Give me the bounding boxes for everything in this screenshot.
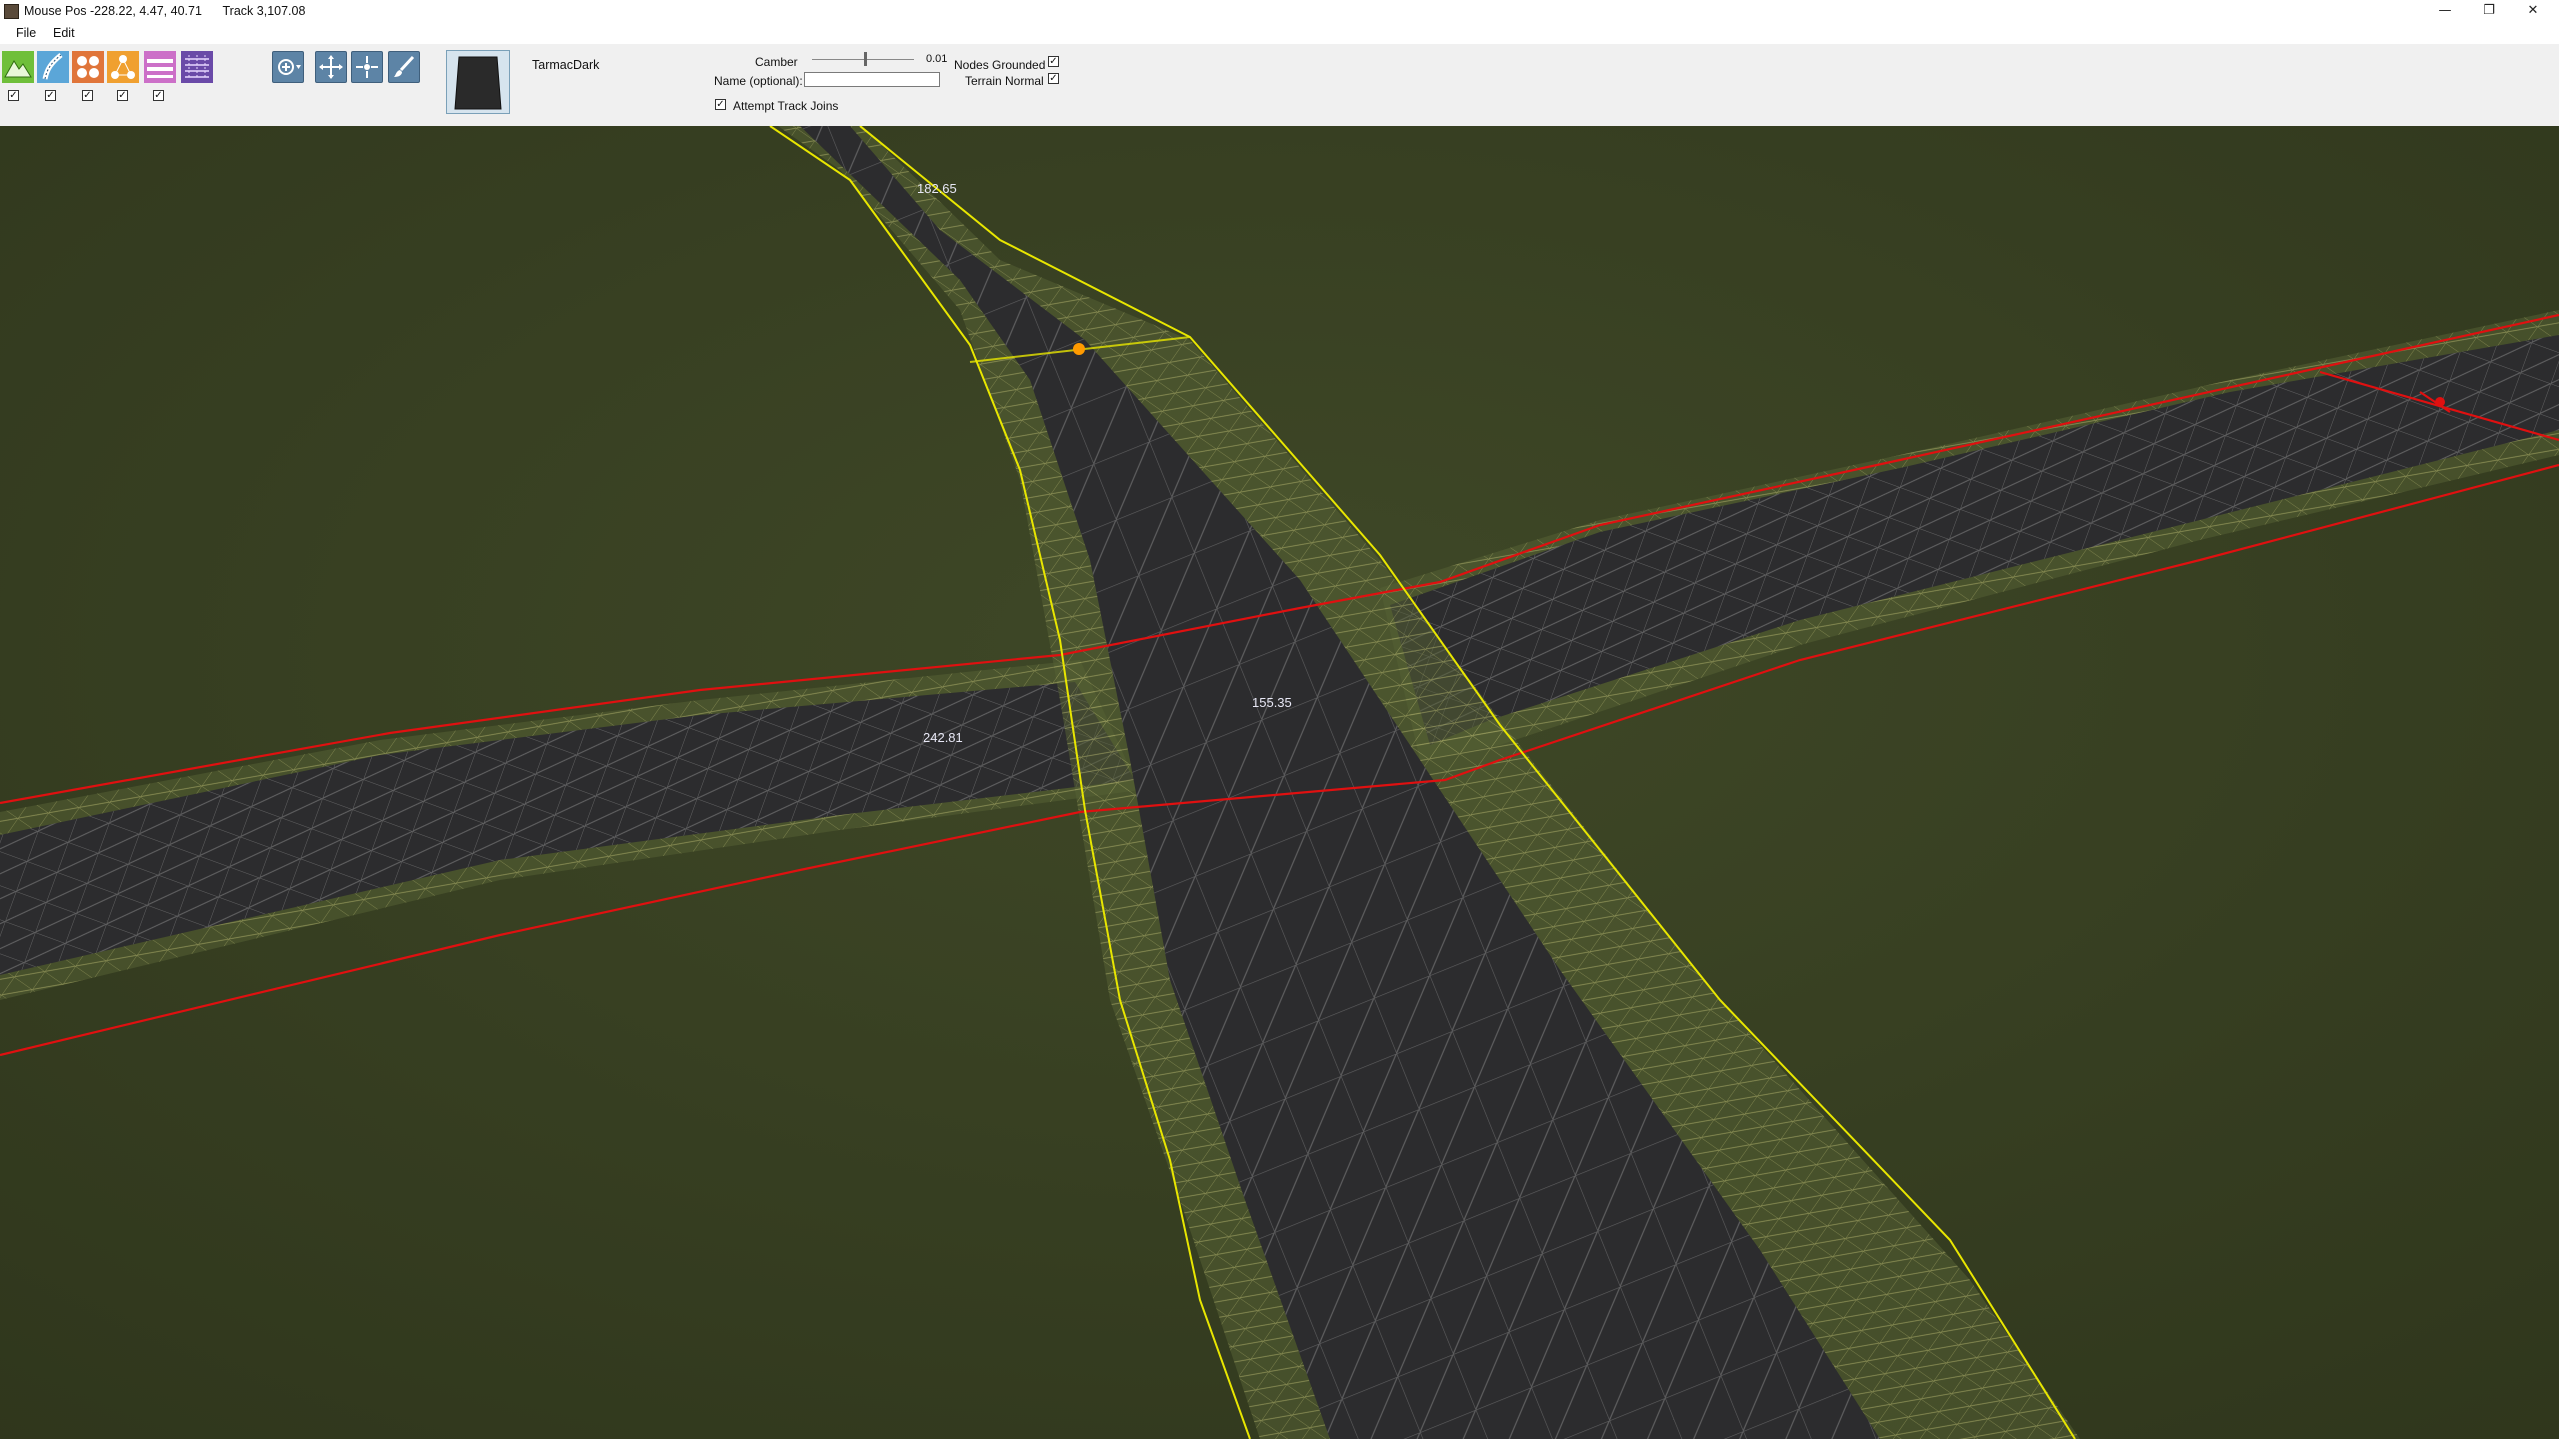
nodes-icon: [107, 51, 139, 83]
move-node-button[interactable]: [315, 51, 347, 83]
title-bar: Mouse Pos -228.22, 4.47, 40.71 Track 3,1…: [0, 0, 2559, 22]
menu-file[interactable]: File: [16, 26, 36, 40]
camber-slider-thumb[interactable]: [864, 52, 867, 66]
split-node-icon: [356, 56, 378, 78]
road-node[interactable]: [2435, 397, 2445, 407]
attempt-track-joins-checkbox[interactable]: ✓: [715, 99, 726, 110]
camber-label: Camber: [755, 55, 798, 69]
segment-length-label: 242.81: [923, 730, 963, 745]
material-name: TarmacDark: [532, 58, 600, 72]
fence-icon: [144, 51, 176, 83]
texture-icon: [181, 51, 213, 83]
terrain-visible-checkbox[interactable]: ✓: [8, 90, 19, 101]
terrain-normal-label: Terrain Normal: [965, 74, 1044, 88]
close-button[interactable]: ✕: [2511, 0, 2555, 22]
add-node-icon: [278, 59, 301, 75]
texture-tool-button[interactable]: [181, 51, 213, 83]
objects-icon: [72, 51, 104, 83]
nodes-grounded-checkbox[interactable]: ✓: [1048, 56, 1059, 67]
name-label: Name (optional):: [714, 74, 803, 88]
toolbar: ✓ ✓ ✓ ✓ ✓ TarmacDark Camber 0.01 Name (o…: [0, 44, 2559, 127]
segment-length-label: 155.35: [1252, 695, 1292, 710]
material-preview[interactable]: [446, 50, 510, 114]
split-node-button[interactable]: [351, 51, 383, 83]
road-visible-checkbox[interactable]: ✓: [45, 90, 56, 101]
3d-viewport[interactable]: 182.65 155.35 242.81: [0, 126, 2559, 1439]
nodes-grounded-label: Nodes Grounded: [954, 58, 1046, 72]
restore-button[interactable]: ❐: [2467, 0, 2511, 22]
camber-value: 0.01: [926, 53, 948, 65]
add-node-button[interactable]: [272, 51, 304, 83]
segment-length-label: 182.65: [917, 181, 957, 196]
attempt-track-joins-label: Attempt Track Joins: [733, 99, 839, 113]
name-input[interactable]: [804, 72, 940, 87]
paint-brush-icon: [394, 55, 415, 77]
camber-slider[interactable]: [812, 59, 914, 60]
tarmac-texture-icon: [451, 55, 505, 110]
road-node[interactable]: [1073, 343, 1085, 355]
terrain-tool-button[interactable]: [2, 51, 34, 83]
terrain-normal-checkbox[interactable]: ✓: [1048, 73, 1059, 84]
fence-visible-checkbox[interactable]: ✓: [153, 90, 164, 101]
menu-bar: File Edit: [0, 22, 2559, 44]
scene-canvas[interactable]: [0, 126, 2559, 1439]
objects-tool-button[interactable]: [72, 51, 104, 83]
nodes-visible-checkbox[interactable]: ✓: [117, 90, 128, 101]
app-icon: [4, 4, 19, 19]
road-tool-button[interactable]: [37, 51, 69, 83]
window-title: Mouse Pos -228.22, 4.47, 40.71 Track 3,1…: [24, 4, 306, 18]
menu-edit[interactable]: Edit: [53, 26, 75, 40]
fence-tool-button[interactable]: [144, 51, 176, 83]
terrain-icon: [2, 51, 34, 83]
nodes-tool-button[interactable]: [107, 51, 139, 83]
objects-visible-checkbox[interactable]: ✓: [82, 90, 93, 101]
move-node-icon: [319, 55, 343, 79]
paint-brush-button[interactable]: [388, 51, 420, 83]
minimize-button[interactable]: —: [2423, 0, 2467, 22]
road-icon: [37, 51, 69, 83]
